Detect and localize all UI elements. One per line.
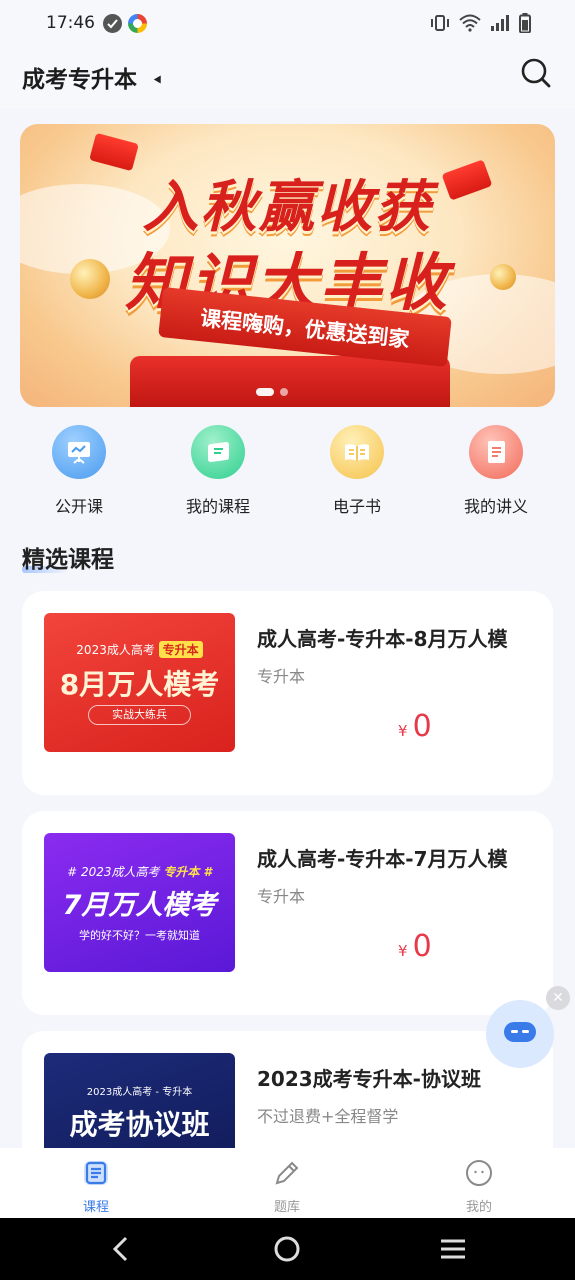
course-tag: 专升本 (257, 887, 306, 906)
vibrate-icon (430, 14, 450, 37)
status-time: 17:46 (46, 13, 95, 33)
status-icons (430, 13, 531, 38)
thumb-title: 7月万人模考 (62, 890, 217, 921)
quick-nav-my-notes[interactable]: 我的讲义 (436, 425, 556, 517)
tab-label: 课程 (82, 1200, 109, 1215)
tab-courses[interactable]: 课程 (46, 1158, 146, 1215)
quick-nav: 公开课 我的课程 电子书 我的讲义 (0, 425, 575, 525)
tab-question-bank[interactable]: 题库 (237, 1158, 337, 1215)
quick-nav-label: 我的讲义 (463, 497, 528, 516)
course-card[interactable]: 2023成人高考 专升本 8月万人模考 实战大练兵 成人高考-专升本-8月万人模… (22, 591, 553, 795)
signal-icon (490, 14, 510, 37)
course-price: ¥ 0 (398, 709, 432, 744)
close-icon[interactable]: ✕ (546, 986, 570, 1010)
thumb-caption: # 2023成人高考 专升本 # (67, 865, 212, 879)
course-tag: 专升本 (257, 667, 306, 686)
caret-down-icon[interactable] (153, 73, 165, 84)
system-nav-bar (0, 1218, 575, 1280)
price-currency: ¥ (398, 942, 408, 960)
price-amount: 0 (412, 709, 432, 744)
battery-icon (519, 13, 531, 38)
course-name: 成人高考-专升本-8月万人模 (257, 627, 508, 651)
document-icon (469, 425, 523, 479)
course-icon (84, 1161, 108, 1185)
presentation-icon (52, 425, 106, 479)
book-icon (330, 425, 384, 479)
thumb-caption: 2023成人高考 专升本 (44, 641, 235, 658)
pager-dot-active[interactable] (256, 388, 274, 396)
thumb-title: 8月万人模考 (59, 668, 220, 701)
status-bar: 17:46 (0, 0, 575, 48)
quick-nav-label: 公开课 (54, 497, 103, 516)
robot-icon (504, 1022, 536, 1042)
assistant-bot-button[interactable] (486, 1000, 554, 1068)
wifi-icon (459, 14, 481, 37)
price-currency: ¥ (398, 722, 408, 740)
course-name: 成人高考-专升本-7月万人模 (257, 847, 508, 871)
course-thumbnail: # 2023成人高考 专升本 # 7月万人模考 学的好不好？一考就知道 (44, 833, 235, 972)
tab-profile[interactable]: 我的 (429, 1158, 529, 1215)
search-icon[interactable] (519, 56, 553, 90)
robot-eye (511, 1030, 518, 1033)
check-icon (103, 14, 122, 33)
course-name: 2023成考专升本-协议班 (257, 1067, 481, 1091)
app-header: 成考专升本 (0, 48, 575, 108)
promo-banner[interactable]: 入秋赢收获 知识大丰收 课程嗨购，优惠送到家 (20, 124, 555, 407)
tab-label: 我的 (465, 1200, 492, 1215)
thumb-caption: 2023成人高考 - 专升本 (86, 1087, 193, 1098)
pencil-icon (275, 1161, 299, 1185)
bottom-tab-bar: 课程 题库 我的 (0, 1148, 575, 1218)
course-price: ¥ 0 (398, 929, 432, 964)
profile-icon (466, 1160, 492, 1186)
exam-type-selector[interactable]: 成考专升本 (22, 60, 137, 94)
quick-nav-my-courses[interactable]: 我的课程 (158, 425, 278, 517)
quick-nav-public-class[interactable]: 公开课 (19, 425, 139, 517)
pager-dot[interactable] (280, 388, 288, 396)
robot-eye (522, 1030, 529, 1033)
section-title: 精选课程 (22, 547, 114, 573)
thumb-title: 成考协议班 (69, 1108, 210, 1141)
back-icon[interactable] (104, 1232, 138, 1266)
app-notification-icon (128, 14, 147, 33)
banner-pager (256, 388, 288, 396)
price-amount: 0 (412, 929, 432, 964)
quick-nav-label: 电子书 (332, 497, 381, 516)
home-icon[interactable] (270, 1232, 304, 1266)
banner-headline-1: 入秋赢收获 (142, 175, 433, 240)
quick-nav-ebooks[interactable]: 电子书 (297, 425, 417, 517)
thumb-pill: 实战大练兵 (88, 705, 191, 725)
tab-label: 题库 (273, 1200, 300, 1215)
ticket-icon (191, 425, 245, 479)
course-thumbnail: 2023成人高考 专升本 8月万人模考 实战大练兵 (44, 613, 235, 752)
course-card[interactable]: # 2023成人高考 专升本 # 7月万人模考 学的好不好？一考就知道 成人高考… (22, 811, 553, 1015)
banner-gift-box (130, 356, 450, 407)
course-tag: 不过退费+全程督学 (257, 1107, 399, 1126)
thumb-subtitle: 学的好不好？一考就知道 (79, 929, 200, 942)
recents-icon[interactable] (436, 1232, 470, 1266)
quick-nav-label: 我的课程 (185, 497, 250, 516)
